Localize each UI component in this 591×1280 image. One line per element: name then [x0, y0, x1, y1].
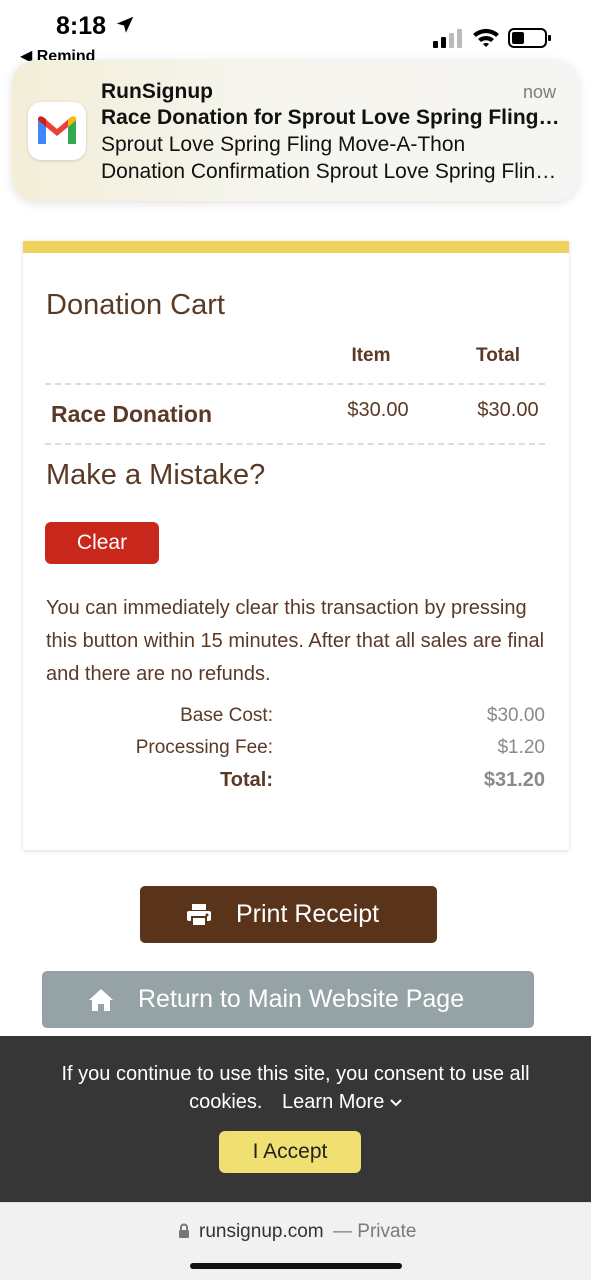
notification-preview-text-1: Sprout Love Spring Fling Move-A-Thon [101, 133, 466, 156]
gmail-icon [28, 102, 86, 160]
wifi-icon [473, 28, 499, 47]
summary-value: $1.20 [497, 737, 545, 758]
notification-preview-text-2: Donation Confirmation Sprout Love Spring… [101, 160, 557, 183]
cookie-consent-banner: If you continue to use this site, you co… [0, 1036, 591, 1202]
return-to-main-website-label: Return to Main Website Page [138, 985, 465, 1013]
learn-more-label: Learn More [282, 1091, 385, 1113]
cart-title: Donation Cart [46, 289, 225, 321]
home-icon [89, 989, 113, 1011]
cart-row-name: Race Donation [51, 401, 213, 427]
summary-row-processing-fee: Processing Fee: $1.20 [23, 737, 569, 765]
url-domain: runsignup.com [199, 1221, 324, 1242]
summary-label: Total: [220, 769, 273, 791]
print-receipt-label: Print Receipt [236, 900, 380, 928]
notification-sender: RunSignup [101, 80, 213, 103]
location-arrow-icon [116, 16, 134, 33]
donation-cart-card: Donation Cart Item Total Race Donation $… [23, 241, 569, 850]
summary-label: Base Cost: [180, 705, 273, 726]
printer-icon [187, 904, 211, 927]
accept-cookies-button[interactable]: I Accept [219, 1131, 361, 1173]
home-indicator[interactable] [190, 1263, 402, 1269]
notification-subject-text: Race Donation for Sprout Love Spring Fli… [101, 106, 560, 129]
browser-url-bar[interactable]: runsignup.com — Private [0, 1202, 591, 1280]
notification-time: now [522, 82, 556, 102]
battery-icon [508, 28, 551, 48]
email-notification[interactable]: RunSignup now Race Donation for Sprout L… [12, 60, 578, 201]
clear-button[interactable]: Clear [45, 522, 159, 564]
summary-value: $31.20 [483, 769, 545, 791]
lock-icon [179, 1223, 189, 1238]
summary-label: Processing Fee: [135, 737, 273, 758]
cellular-signal-icon [433, 29, 462, 48]
cart-row-total-price: $30.00 [477, 399, 539, 421]
return-to-main-website-button[interactable]: Return to Main Website Page [42, 971, 534, 1028]
chevron-down-icon [390, 1099, 402, 1107]
column-header-total: Total [476, 345, 520, 366]
summary-row-base-cost: Base Cost: $30.00 [23, 705, 569, 733]
learn-more-link[interactable]: Learn More [282, 1091, 402, 1113]
summary-value: $30.00 [486, 705, 545, 726]
divider [45, 443, 545, 445]
cookie-text-block: If you continue to use this site, you co… [30, 1060, 561, 1116]
status-bar: 8:18 ◀ Remind [0, 0, 591, 65]
mistake-heading: Make a Mistake? [46, 459, 266, 491]
summary-row-total: Total: $31.20 [23, 769, 569, 797]
clear-explanation: You can immediately clear this transacti… [46, 597, 545, 685]
cart-row-item-price: $30.00 [347, 399, 409, 421]
notification-preview-line-1: Sprout Love Spring Fling Move-A-Thon [101, 133, 563, 157]
status-time: 8:18 [56, 12, 107, 40]
column-header-item: Item [351, 345, 391, 366]
print-receipt-button[interactable]: Print Receipt [140, 886, 437, 943]
notification-subject: Race Donation for Sprout Love Spring Fli… [101, 106, 563, 130]
notification-preview-line-2: Donation Confirmation Sprout Love Spring… [101, 160, 563, 184]
divider [45, 383, 545, 385]
url-private-label: — Private [333, 1221, 417, 1242]
